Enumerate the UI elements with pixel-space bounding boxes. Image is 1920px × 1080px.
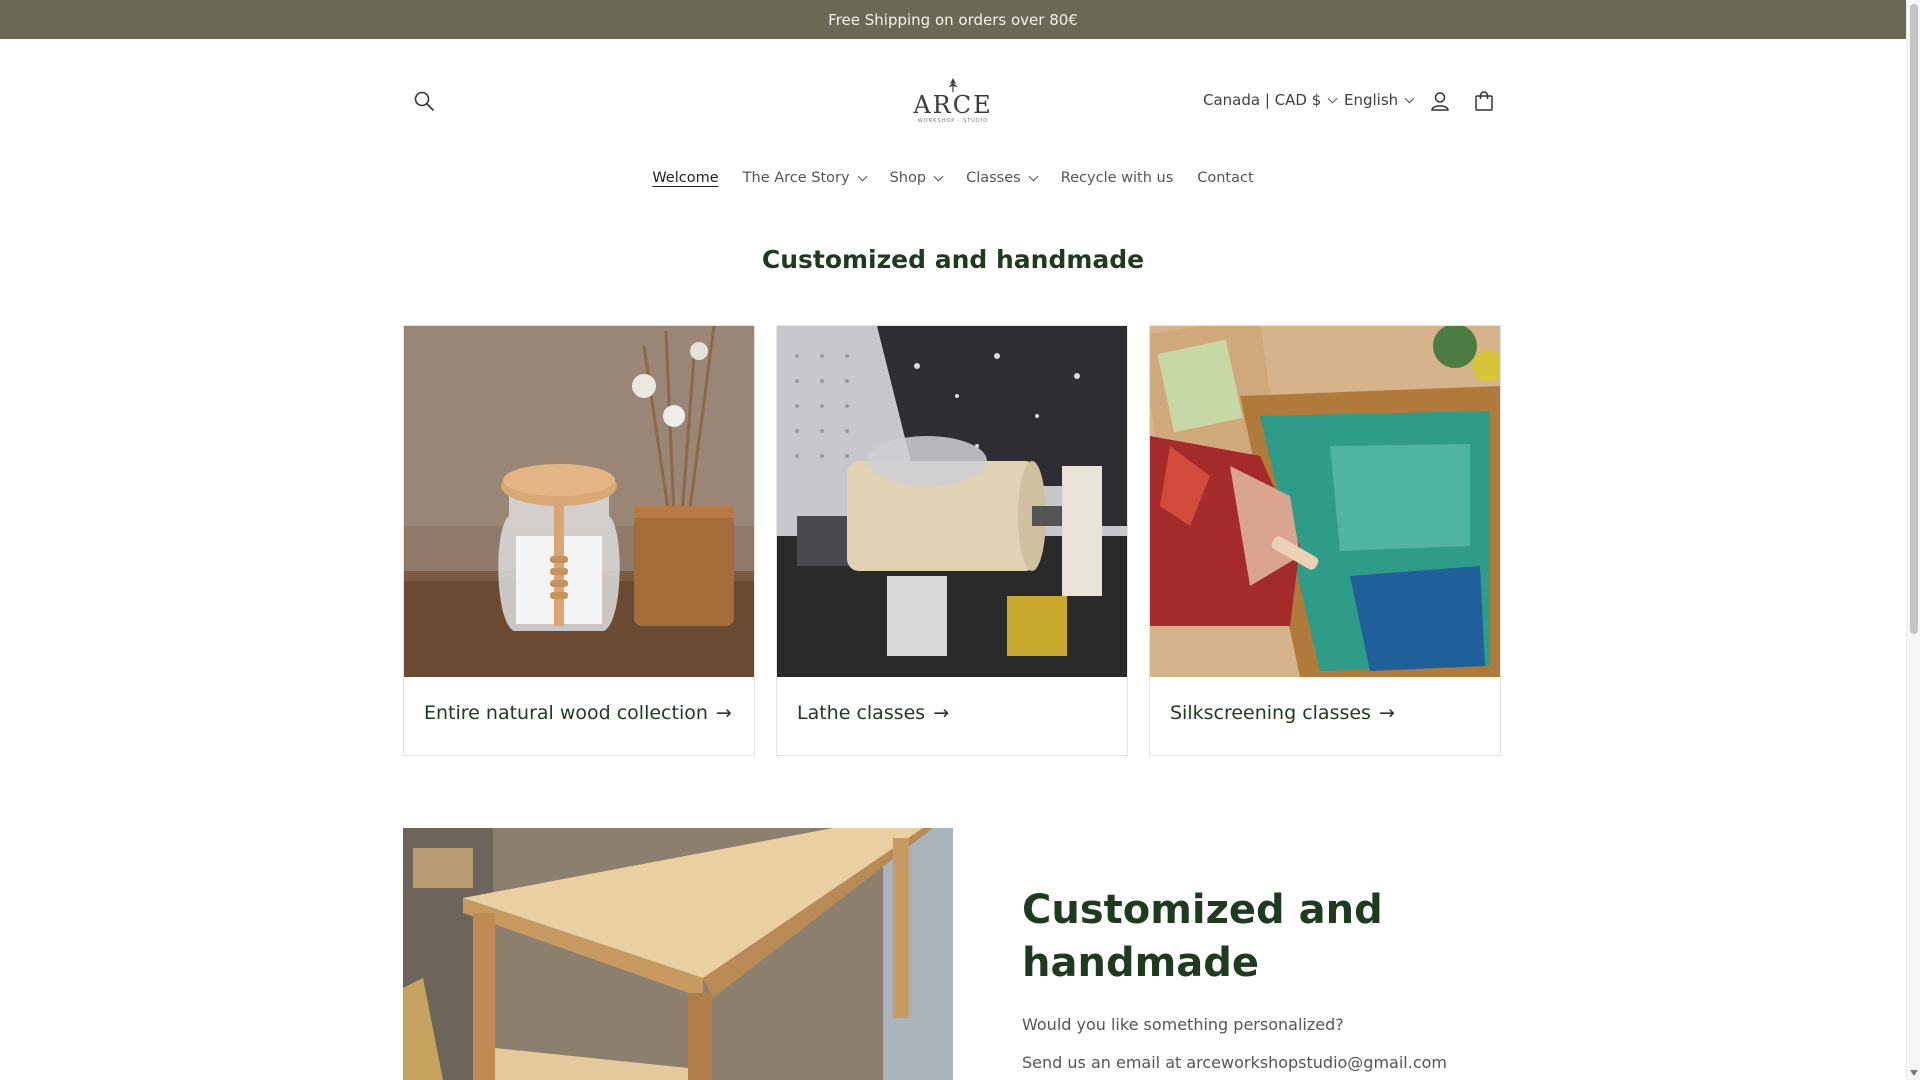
arrow-right-icon: → (715, 702, 732, 724)
chevron-down-icon (1028, 171, 1039, 181)
announcement-bar: Free Shipping on orders over 80€ (0, 0, 1906, 39)
nav-item-the-arce-story[interactable]: The Arce Story (742, 163, 868, 193)
nav-item-label: Shop (889, 170, 927, 186)
nav-item-welcome[interactable]: Welcome (652, 163, 718, 193)
card-title: Silkscreening classes (1170, 702, 1371, 724)
wooden-table-image (403, 828, 953, 1080)
collections-heading: Customized and handmade (761, 245, 1145, 274)
main-navigation: Welcome The Arce Story Shop Classes Recy… (0, 163, 1906, 193)
nav-item-classes[interactable]: Classes (966, 163, 1039, 193)
shopping-bag-icon (1475, 91, 1493, 111)
logo-wordmark: ARCE (913, 91, 993, 119)
country-selector[interactable]: Canada | CAD $ (1203, 91, 1338, 109)
card-title: Entire natural wood collection (424, 702, 708, 724)
nav-item-label: Contact (1197, 170, 1254, 186)
feature-text: Customized and handmade (1022, 884, 1482, 990)
search-icon (414, 91, 434, 111)
collection-card-natural-wood[interactable]: Entire natural wood collection → (403, 325, 755, 756)
nav-item-contact[interactable]: Contact (1197, 163, 1253, 193)
announcement-text: Free Shipping on orders over 80€ (828, 10, 1078, 29)
card-link-lathe-classes[interactable]: Lathe classes → (797, 702, 949, 724)
nav-item-recycle-with-us[interactable]: Recycle with us (1061, 163, 1174, 193)
chevron-down-icon (1404, 93, 1415, 103)
scroll-down-arrow-icon[interactable] (1910, 1070, 1918, 1076)
language-selector[interactable]: English (1344, 91, 1415, 109)
search-button[interactable] (402, 79, 446, 123)
feature-heading: Customized and handmade (1022, 887, 1383, 986)
scrollbar[interactable] (1906, 0, 1920, 1080)
nav-item-label: Classes (966, 170, 1021, 186)
nav-item-label: Recycle with us (1060, 170, 1174, 186)
card-link-natural-wood[interactable]: Entire natural wood collection → (424, 702, 732, 724)
silkscreen-image (1150, 326, 1500, 677)
nav-item-label: The Arce Story (742, 170, 850, 186)
scrollbar-thumb[interactable] (1910, 4, 1918, 634)
site-logo[interactable]: ARCE WORKSHOP · STUDIO (905, 77, 1001, 135)
site-header: ARCE WORKSHOP · STUDIO Canada | CAD $ En… (0, 39, 1906, 163)
feature-paragraph-1: Would you like something personalized? (1022, 1015, 1344, 1034)
chevron-down-icon (933, 171, 944, 181)
nav-item-label: Welcome (652, 170, 719, 186)
account-button[interactable] (1418, 79, 1462, 123)
feature-paragraph-2: Send us an email at arceworkshopstudio@g… (1022, 1053, 1447, 1072)
lathe-image (777, 326, 1127, 677)
collection-card-silkscreening-classes[interactable]: Silkscreening classes → (1149, 325, 1501, 756)
honey-jar-image (404, 326, 754, 677)
country-selector-label: Canada | CAD $ (1203, 91, 1322, 109)
collection-card-lathe-classes[interactable]: Lathe classes → (776, 325, 1128, 756)
user-icon (1431, 92, 1449, 111)
cart-button[interactable] (1462, 79, 1506, 123)
arrow-right-icon: → (933, 702, 950, 724)
logo-tagline: WORKSHOP · STUDIO (917, 118, 989, 124)
card-link-silkscreening-classes[interactable]: Silkscreening classes → (1170, 702, 1395, 724)
arrow-right-icon: → (1378, 702, 1395, 724)
nav-item-shop[interactable]: Shop (889, 163, 944, 193)
chevron-down-icon (857, 171, 868, 181)
card-title: Lathe classes (797, 702, 926, 724)
chevron-down-icon (1327, 93, 1338, 103)
language-selector-label: English (1344, 91, 1399, 109)
